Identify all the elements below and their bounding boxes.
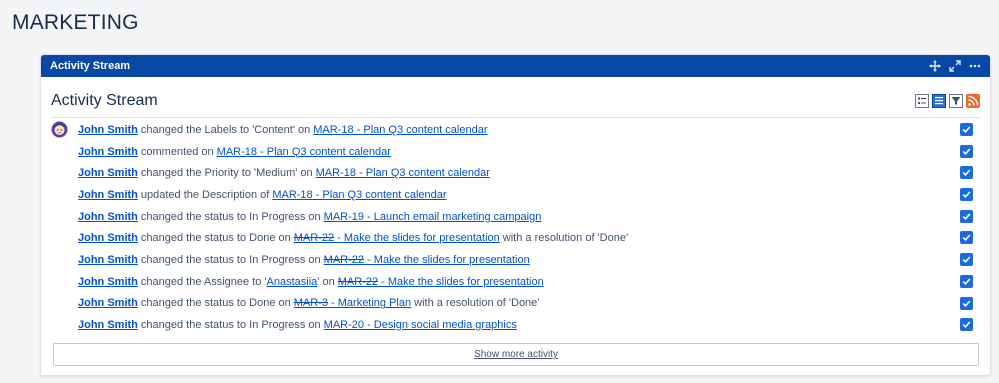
activity-action-text: changed the status to In Progress on <box>140 319 321 332</box>
activity-stream-gadget: Activity Stream Activity Stream John Smi… <box>40 54 991 376</box>
activity-item: John Smith commented on MAR-18 - Plan Q3 c… <box>41 141 990 163</box>
issue-link[interactable]: MAR-18 - Plan Q3 content calendar <box>313 124 487 136</box>
issue-link[interactable]: MAR-18 - Plan Q3 content calendar <box>316 167 490 179</box>
expand-icon[interactable] <box>949 60 961 72</box>
issue-summary: - Design social media graphics <box>364 319 517 332</box>
activity-actor-link[interactable]: John Smith <box>78 146 138 158</box>
stream-header: Activity Stream <box>41 77 990 113</box>
issue-link[interactable]: MAR-18 - Plan Q3 content calendar <box>272 189 446 201</box>
more-icon[interactable] <box>969 60 981 72</box>
detailed-view-icon[interactable] <box>932 94 946 108</box>
activity-actor-link[interactable]: John Smith <box>78 211 138 223</box>
activity-actor-link[interactable]: John Smith <box>78 189 138 201</box>
issue-link[interactable]: MAR-22 - Make the slides for presentatio… <box>324 254 530 266</box>
activity-item: John Smith changed the status to Done on M… <box>41 293 990 315</box>
move-icon[interactable] <box>929 60 941 72</box>
issue-key: MAR-19 <box>323 210 365 223</box>
issue-summary: - Plan Q3 content calendar <box>355 167 490 180</box>
issue-link[interactable]: MAR-22 - Make the slides for presentatio… <box>294 232 500 244</box>
checkbox-checked-icon[interactable] <box>960 253 973 267</box>
issue-key: MAR-18 <box>216 145 257 158</box>
issue-link[interactable]: MAR-20 - Design social media graphics <box>324 319 517 331</box>
activity-action-text: changed the status to Done on <box>140 297 291 310</box>
issue-key: MAR-3 <box>293 297 328 310</box>
issue-summary: - Plan Q3 content calendar <box>312 188 447 201</box>
issue-key: MAR-18 <box>272 188 313 201</box>
issue-summary: - Marketing Plan <box>327 297 412 310</box>
activity-action-text: commented on <box>140 145 214 158</box>
activity-actor-link[interactable]: John Smith <box>78 254 138 266</box>
activity-item: John Smith changed the Assignee to ' Anast… <box>41 271 990 293</box>
issue-key: MAR-22 <box>323 253 365 266</box>
checkbox-checked-icon[interactable] <box>960 296 973 310</box>
activity-action-text: ' on <box>317 275 335 288</box>
activity-action-text: changed the status to Done on <box>140 232 291 245</box>
avatar[interactable] <box>51 121 68 138</box>
show-more-activity-button[interactable]: Show more activity <box>53 343 979 366</box>
issue-key: MAR-22 <box>293 232 335 245</box>
activity-actor-link[interactable]: John Smith <box>78 276 138 288</box>
issue-link[interactable]: MAR-3 - Marketing Plan <box>294 297 411 309</box>
checkbox-checked-icon[interactable] <box>960 188 973 202</box>
activity-action-text: changed the Labels to 'Content' on <box>140 123 311 136</box>
gadget-header-title: Activity Stream <box>50 60 131 72</box>
activity-item: John Smith updated the Description of MAR-… <box>41 184 990 206</box>
activity-item: John Smith changed the status to In Progr… <box>41 249 990 271</box>
issue-key: MAR-20 <box>323 319 365 332</box>
view-controls <box>915 94 980 108</box>
issue-link[interactable]: MAR-19 - Launch email marketing campaign <box>324 211 542 223</box>
checkbox-checked-icon[interactable] <box>960 231 973 245</box>
activity-item: John Smith changed the status to In Progr… <box>41 314 990 336</box>
activity-suffix-text: with a resolution of 'Done' <box>502 232 629 245</box>
gadget-header: Activity Stream <box>41 55 990 77</box>
activity-item: John Smith changed the Priority to 'Mediu… <box>41 162 990 184</box>
gadget-controls <box>929 60 981 72</box>
issue-key: MAR-18 <box>313 123 354 136</box>
checkbox-checked-icon[interactable] <box>960 123 973 136</box>
activity-action-text: changed the status to In Progress on <box>140 210 321 223</box>
issue-summary: - Plan Q3 content calendar <box>353 123 488 136</box>
list-view-icon[interactable] <box>915 94 929 108</box>
activity-actor-link[interactable]: John Smith <box>78 232 138 244</box>
activity-action-text: changed the Assignee to ' <box>140 275 267 288</box>
issue-summary: - Plan Q3 content calendar <box>257 145 391 158</box>
activity-action-text: changed the status to In Progress on <box>140 253 321 266</box>
issue-summary: - Make the slides for presentation <box>364 253 530 266</box>
checkbox-checked-icon[interactable] <box>960 144 973 158</box>
activity-action-text: changed the Priority to 'Medium' on <box>140 167 313 180</box>
stream-title: Activity Stream <box>51 92 158 109</box>
activity-actor-link[interactable]: John Smith <box>78 167 138 179</box>
activity-item: John Smith changed the status to Done on M… <box>41 227 990 249</box>
rss-icon[interactable] <box>966 94 980 108</box>
assignee-link[interactable]: Anastasiia <box>267 276 318 288</box>
activity-actor-link[interactable]: John Smith <box>78 297 138 309</box>
activity-item: John Smith changed the status to In Progr… <box>41 206 990 228</box>
activity-suffix-text: with a resolution of 'Done' <box>414 297 540 310</box>
issue-summary: - Make the slides for presentation <box>334 232 500 245</box>
page-title: MARKETING <box>12 11 139 34</box>
activity-actor-link[interactable]: John Smith <box>78 319 138 331</box>
filter-icon[interactable] <box>949 94 963 108</box>
activity-item: John Smith changed the Labels to 'Content… <box>41 119 990 141</box>
issue-summary: - Make the slides for presentation <box>378 275 544 288</box>
stream-divider <box>51 117 980 118</box>
issue-summary: - Launch email marketing campaign <box>364 210 542 223</box>
activity-action-text: updated the Description of <box>140 188 270 201</box>
issue-link[interactable]: MAR-18 - Plan Q3 content calendar <box>217 146 391 158</box>
checkbox-checked-icon[interactable] <box>960 209 973 223</box>
checkbox-checked-icon[interactable] <box>960 274 973 288</box>
checkbox-checked-icon[interactable] <box>960 166 973 180</box>
activity-actor-link[interactable]: John Smith <box>78 124 138 136</box>
checkbox-checked-icon[interactable] <box>960 318 973 332</box>
issue-key: MAR-22 <box>337 275 379 288</box>
issue-link[interactable]: MAR-22 - Make the slides for presentatio… <box>338 276 544 288</box>
activity-list: John Smith changed the Labels to 'Content… <box>41 119 990 336</box>
issue-key: MAR-18 <box>315 167 356 180</box>
